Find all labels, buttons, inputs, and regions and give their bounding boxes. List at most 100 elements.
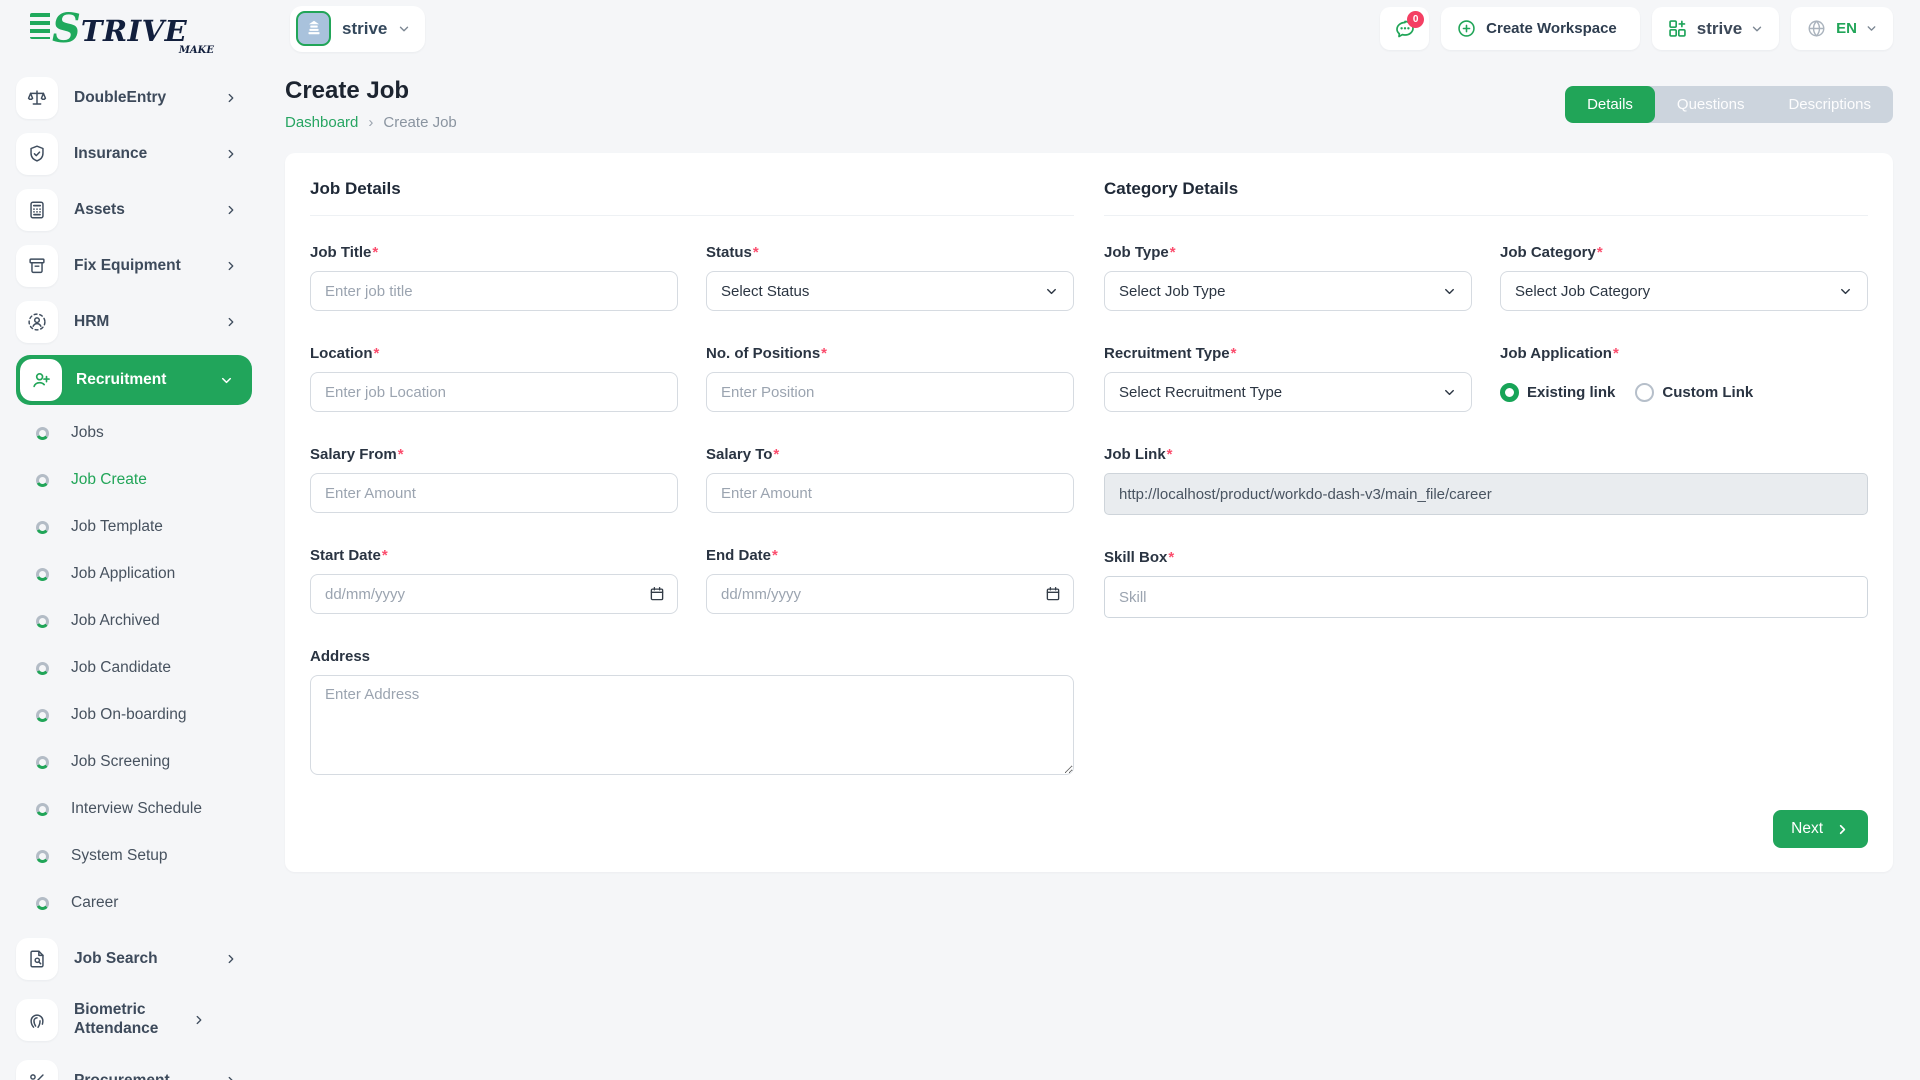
sidebar-subitem-job-candidate[interactable]: Job Candidate	[36, 654, 258, 682]
field-job-type: Job Type* Select Job Type	[1104, 244, 1472, 311]
breadcrumb-separator: ›	[368, 114, 373, 131]
bullet-icon	[36, 662, 49, 675]
location-input[interactable]	[310, 372, 678, 412]
workspace-switcher[interactable]: strive	[290, 6, 425, 52]
field-job-category: Job Category* Select Job Category	[1500, 244, 1868, 311]
sidebar-item-label: Procurement	[74, 1072, 224, 1080]
sidebar-subitem-job-application[interactable]: Job Application	[36, 560, 258, 588]
sidebar-subitem-interview-schedule[interactable]: Interview Schedule	[36, 795, 258, 823]
logo-letter: S	[52, 13, 81, 45]
sidebar-item-job-search[interactable]: Job Search	[16, 936, 258, 982]
job-title-input[interactable]	[310, 271, 678, 311]
bullet-icon	[36, 474, 49, 487]
bullet-icon	[36, 427, 49, 440]
job-category-select[interactable]: Select Job Category	[1500, 271, 1868, 311]
chevron-down-icon	[1442, 385, 1457, 400]
job-type-select[interactable]: Select Job Type	[1104, 271, 1472, 311]
field-recruitment-type: Recruitment Type* Select Recruitment Typ…	[1104, 345, 1472, 412]
messages-badge: 0	[1407, 11, 1424, 28]
messages-button[interactable]: 0	[1380, 7, 1429, 50]
sidebar-item-label: DoubleEntry	[74, 89, 224, 108]
chevron-down-icon	[1044, 284, 1059, 299]
field-end-date: End Date*	[706, 547, 1074, 614]
sidebar-item-insurance[interactable]: Insurance	[16, 131, 258, 177]
field-skill-box: Skill Box*	[1104, 549, 1868, 618]
positions-input[interactable]	[706, 372, 1074, 412]
language-selector[interactable]: EN	[1791, 7, 1893, 50]
bullet-icon	[36, 756, 49, 769]
start-date-input[interactable]	[310, 574, 678, 614]
chevron-down-icon	[1442, 284, 1457, 299]
header-actions: 0 Create Workspace strive EN	[1380, 7, 1893, 50]
chevron-right-icon	[224, 1074, 238, 1080]
address-textarea[interactable]	[310, 675, 1074, 775]
chevron-right-icon	[224, 203, 238, 217]
shield-check-icon	[16, 133, 58, 175]
sidebar-item-label: Biometric Attendance	[74, 1001, 192, 1038]
recruitment-type-select[interactable]: Select Recruitment Type	[1104, 372, 1472, 412]
tab-details[interactable]: Details	[1565, 86, 1655, 123]
chevron-down-icon	[1865, 22, 1878, 35]
sidebar-subitem-job-archived[interactable]: Job Archived	[36, 607, 258, 635]
sidebar-item-hrm[interactable]: HRM	[16, 299, 258, 345]
account-menu-label: strive	[1697, 19, 1742, 39]
field-start-date: Start Date*	[310, 547, 678, 614]
skill-input[interactable]	[1104, 576, 1868, 618]
account-menu[interactable]: strive	[1652, 7, 1779, 50]
page-header: Create Job Dashboard › Create Job Detail…	[285, 77, 1893, 131]
status-select[interactable]: Select Status	[706, 271, 1074, 311]
field-address: Address	[310, 648, 1074, 780]
sidebar-item-doubleentry[interactable]: DoubleEntry	[16, 75, 258, 121]
scales-icon	[16, 77, 58, 119]
top-header: S TRIVE MAKE strive 0 Crea	[0, 0, 1920, 57]
sidebar-subitem-career[interactable]: Career	[36, 889, 258, 917]
salary-from-input[interactable]	[310, 473, 678, 513]
building-icon	[296, 11, 331, 46]
sidebar-subitem-job-create[interactable]: Job Create	[36, 466, 258, 494]
sidebar-item-recruitment[interactable]: Recruitment	[16, 355, 252, 405]
sidebar-subitem-job-onboarding[interactable]: Job On-boarding	[36, 701, 258, 729]
field-positions: No. of Positions*	[706, 345, 1074, 412]
sidebar-item-assets[interactable]: Assets	[16, 187, 258, 233]
create-workspace-button[interactable]: Create Workspace	[1441, 7, 1640, 50]
archive-icon	[16, 245, 58, 287]
user-focus-icon	[16, 301, 58, 343]
sidebar-item-biometric-attendance[interactable]: Biometric Attendance	[16, 992, 258, 1048]
sidebar-item-label: Insurance	[74, 145, 224, 164]
workspace-name: strive	[342, 19, 387, 39]
sidebar-item-fix-equipment[interactable]: Fix Equipment	[16, 243, 258, 289]
breadcrumb: Dashboard › Create Job	[285, 114, 457, 131]
chevron-down-icon	[1750, 22, 1764, 36]
end-date-input[interactable]	[706, 574, 1074, 614]
salary-to-input[interactable]	[706, 473, 1074, 513]
chevron-down-icon	[219, 373, 234, 388]
next-button[interactable]: Next	[1773, 810, 1868, 848]
existing-link-radio[interactable]: Existing link	[1500, 383, 1615, 402]
custom-link-radio[interactable]: Custom Link	[1635, 383, 1753, 402]
field-job-title: Job Title*	[310, 244, 678, 311]
sidebar-subitem-system-setup[interactable]: System Setup	[36, 842, 258, 870]
tab-questions[interactable]: Questions	[1655, 86, 1767, 123]
sidebar-subitem-job-screening[interactable]: Job Screening	[36, 748, 258, 776]
chevron-right-icon	[1835, 822, 1850, 837]
bullet-icon	[36, 803, 49, 816]
document-search-icon	[16, 938, 58, 980]
bullet-icon	[36, 568, 49, 581]
bullet-icon	[36, 850, 49, 863]
radio-unselected-icon	[1635, 383, 1654, 402]
sidebar-item-label: Recruitment	[76, 371, 219, 390]
app-logo: S TRIVE MAKE	[30, 13, 208, 45]
create-job-card: Job Details Job Title* Status* Select St…	[285, 153, 1893, 872]
chevron-right-icon	[192, 1013, 206, 1027]
chevron-down-icon	[397, 22, 411, 36]
sidebar-item-procurement[interactable]: Procurement	[16, 1058, 258, 1080]
sidebar-subitem-jobs[interactable]: Jobs	[36, 419, 258, 447]
chevron-right-icon	[224, 147, 238, 161]
sidebar: DoubleEntry Insurance Assets	[0, 57, 258, 1080]
category-details-section: Category Details Job Type* Select Job Ty…	[1104, 179, 1868, 780]
percent-icon	[16, 1060, 58, 1080]
breadcrumb-dashboard-link[interactable]: Dashboard	[285, 114, 358, 131]
tab-descriptions[interactable]: Descriptions	[1766, 86, 1893, 123]
page-title: Create Job	[285, 77, 457, 105]
sidebar-subitem-job-template[interactable]: Job Template	[36, 513, 258, 541]
